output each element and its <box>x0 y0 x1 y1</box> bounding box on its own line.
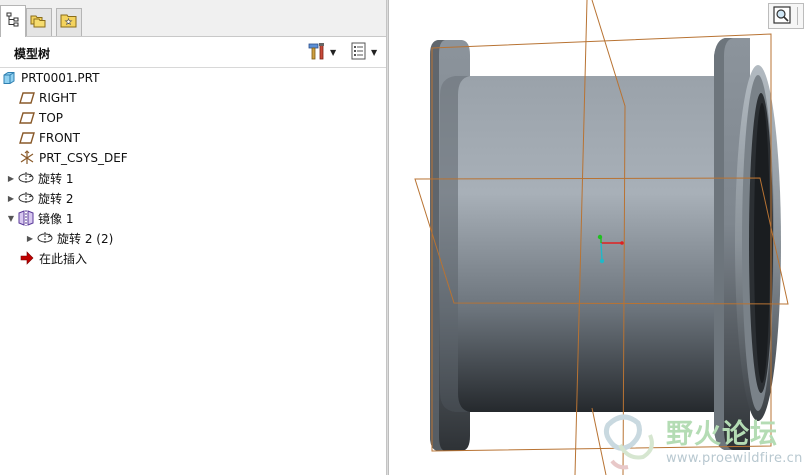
tree-item-revolve-2-copy[interactable]: ▶ 旋转 2 (2) <box>24 228 113 248</box>
model-view <box>414 0 789 475</box>
chevron-down-icon: ▼ <box>371 47 378 57</box>
navigator-tab-strip <box>0 0 386 37</box>
watermark-url: www.proewildfire.cn <box>666 451 803 466</box>
main-cylinder-body <box>440 76 725 412</box>
expand-arrow-icon[interactable]: ▶ <box>5 174 17 183</box>
expand-arrow-icon[interactable]: ▶ <box>24 234 36 243</box>
tree-item-label: PRT0001.PRT <box>21 71 100 85</box>
revolve-feature-icon <box>36 230 54 246</box>
collapse-arrow-icon[interactable]: ▼ <box>5 214 17 223</box>
chevron-down-icon: ▼ <box>330 47 337 57</box>
tree-item-label: FRONT <box>39 131 80 145</box>
tree-item-label: TOP <box>39 111 64 125</box>
tree-item-label: RIGHT <box>39 91 77 105</box>
model-tree-title: 模型树 <box>14 47 51 61</box>
revolve-feature-icon <box>17 190 35 206</box>
tree-item-root[interactable]: PRT0001.PRT <box>0 68 99 88</box>
watermark-logo <box>603 414 654 470</box>
datum-plane-icon <box>18 130 36 146</box>
tree-item-front[interactable]: FRONT <box>18 128 80 148</box>
tools-settings-icon <box>307 42 327 63</box>
zoom-view-icon <box>773 5 791 27</box>
tree-item-label: 旋转 2 (2) <box>57 231 114 246</box>
tree-item-revolve-2[interactable]: ▶ 旋转 2 <box>5 188 74 208</box>
navigator-panel: 模型树 ▼ ▼ PRT0001.PRT RIGHT TOP FRONT PRT_… <box>0 0 386 475</box>
watermark-title: 野火论坛 <box>666 419 778 450</box>
graphics-window[interactable] <box>390 0 807 475</box>
folder-browser-tab-icon <box>30 13 48 32</box>
tree-item-mirror-1[interactable]: ▼ 镜像 1 <box>5 208 73 228</box>
tree-item-label: 旋转 1 <box>38 171 74 186</box>
revolve-feature-icon <box>17 170 35 186</box>
tree-item-label: 旋转 2 <box>38 191 74 206</box>
tree-item-insert-here[interactable]: 在此插入 <box>18 248 87 268</box>
datum-plane-icon <box>18 110 36 126</box>
tab-model-tree[interactable] <box>0 5 26 37</box>
panel-splitter[interactable] <box>386 0 389 475</box>
coordinate-system-icon <box>18 150 36 166</box>
view-toolbar-button[interactable] <box>768 3 804 29</box>
tree-item-label: 在此插入 <box>39 251 88 266</box>
insert-here-arrow-icon <box>18 250 36 266</box>
tree-settings-button[interactable]: ▼ <box>307 42 336 62</box>
tree-item-label: PRT_CSYS_DEF <box>39 151 128 165</box>
part-icon <box>0 70 18 86</box>
tree-item-label: 镜像 1 <box>38 211 74 226</box>
model-tree-tab-icon <box>5 12 21 31</box>
datum-plane-icon <box>18 90 36 106</box>
tree-item-revolve-1[interactable]: ▶ 旋转 1 <box>5 168 74 188</box>
tree-item-top[interactable]: TOP <box>18 108 63 128</box>
tree-item-csys[interactable]: PRT_CSYS_DEF <box>18 148 128 168</box>
favorites-tab-icon <box>60 13 78 32</box>
tree-show-button[interactable]: ▼ <box>350 42 377 62</box>
tab-folder-browser[interactable] <box>26 8 52 36</box>
tab-favorites[interactable] <box>56 8 82 36</box>
model-tree-header: 模型树 ▼ ▼ <box>0 37 386 68</box>
mirror-feature-icon <box>17 210 35 226</box>
tree-item-right[interactable]: RIGHT <box>18 88 77 108</box>
tree-show-options-icon <box>350 42 368 63</box>
toolbar-separator <box>797 7 798 25</box>
expand-arrow-icon[interactable]: ▶ <box>5 194 17 203</box>
